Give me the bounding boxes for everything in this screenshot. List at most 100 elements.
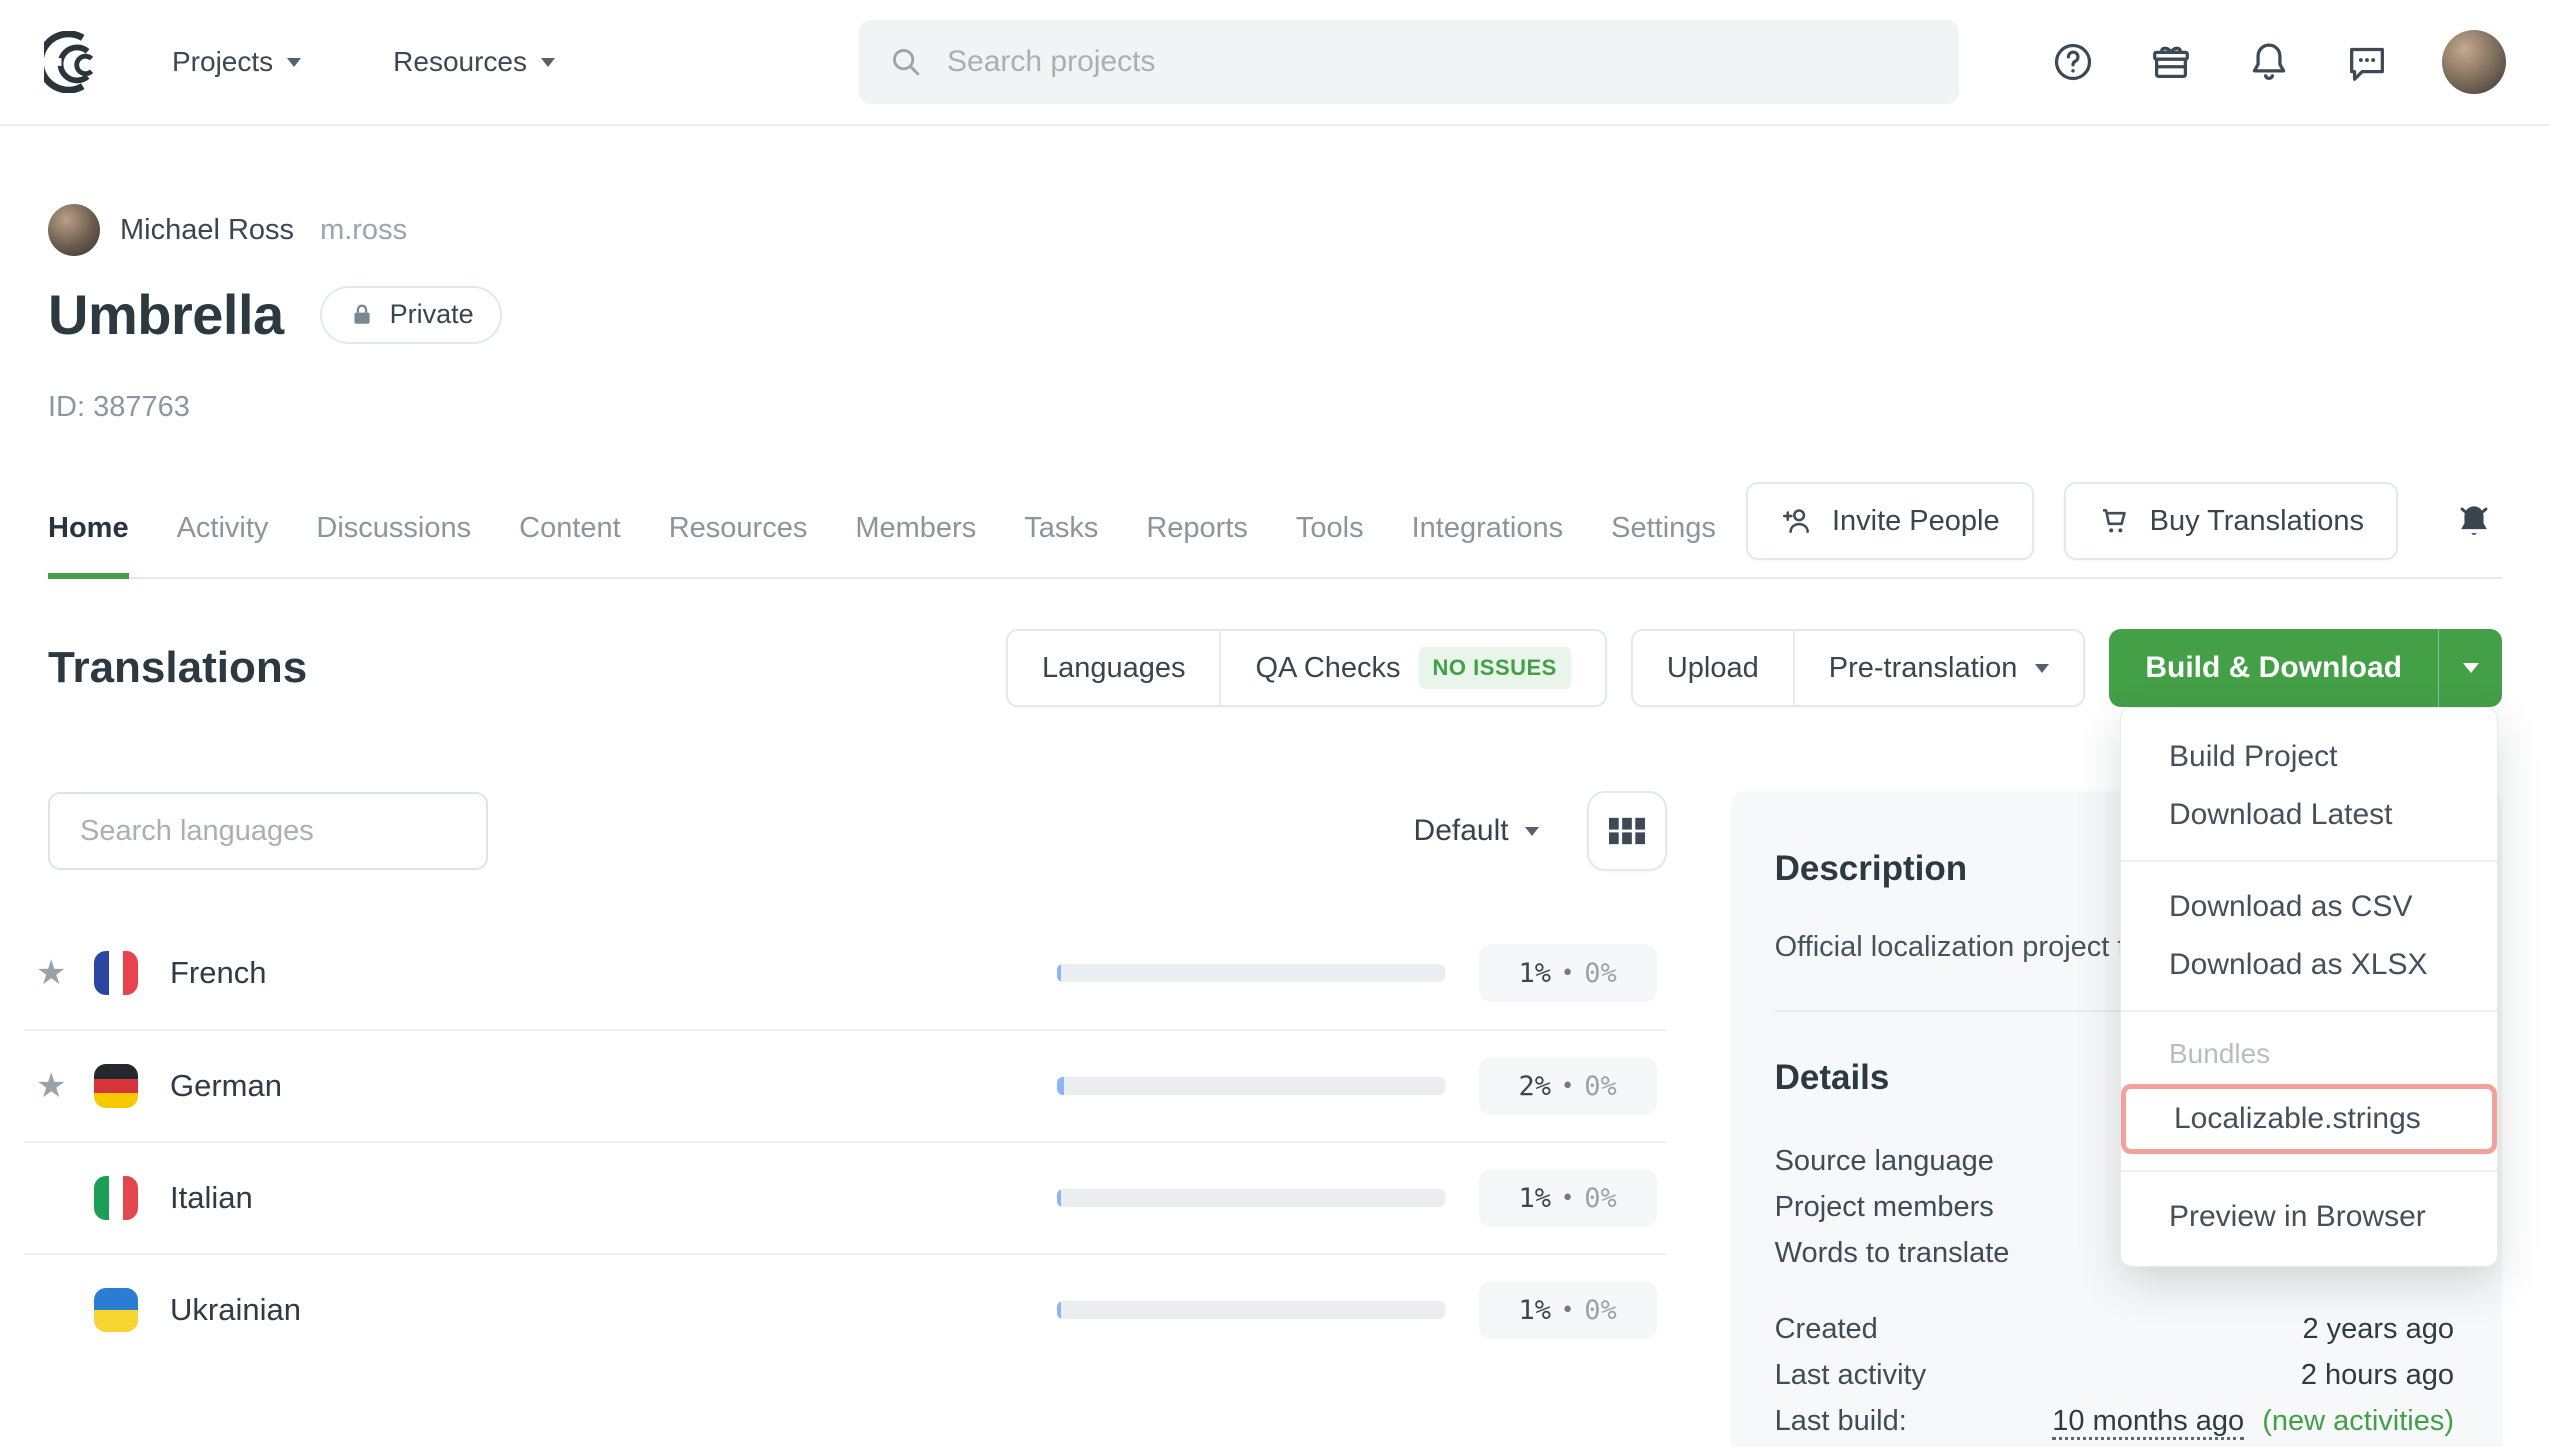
messages-icon[interactable] — [2344, 39, 2390, 85]
divider — [2121, 1170, 2497, 1172]
favorite-star-icon[interactable]: ★ — [36, 953, 66, 993]
tab-tools[interactable]: Tools — [1296, 512, 1364, 579]
dot-separator: • — [1561, 1186, 1574, 1211]
chevron-down-icon — [2463, 663, 2479, 673]
dot-separator: • — [1561, 1298, 1574, 1323]
project-owner: Michael Ross m.ross — [48, 204, 2502, 256]
tab-activity[interactable]: Activity — [177, 512, 269, 579]
dot-separator: • — [1561, 1074, 1574, 1099]
detail-label: Source language — [1775, 1145, 1994, 1178]
menu-item-localizable-strings[interactable]: Localizable.strings — [2126, 1089, 2492, 1149]
language-row-french[interactable]: ★ French 1% • 0% — [24, 917, 1667, 1029]
progress-bar — [1057, 1301, 1445, 1319]
user-avatar[interactable] — [2442, 30, 2506, 94]
detail-label: Created — [1775, 1313, 1878, 1346]
search-languages-input[interactable] — [48, 792, 488, 870]
language-name[interactable]: French — [170, 955, 266, 991]
nav-projects-label: Projects — [172, 46, 273, 78]
language-name[interactable]: Ukrainian — [170, 1292, 301, 1328]
owner-username: m.ross — [320, 214, 407, 247]
language-name[interactable]: Italian — [170, 1180, 253, 1216]
language-row-italian[interactable]: Italian 1% • 0% — [24, 1141, 1667, 1253]
build-download-menu: Build Project Download Latest Download a… — [2120, 707, 2498, 1267]
top-navigation: Projects Resources — [0, 0, 2550, 126]
upload-button[interactable]: Upload — [1633, 631, 1793, 705]
buy-translations-label: Buy Translations — [2150, 505, 2364, 538]
global-search[interactable] — [859, 20, 1959, 104]
italian-flag-icon — [94, 1176, 138, 1220]
language-row-german[interactable]: ★ German 2% • 0% — [24, 1029, 1667, 1141]
german-flag-icon — [94, 1064, 138, 1108]
detail-label: Words to translate — [1775, 1237, 2010, 1270]
detail-row-created: Created 2 years ago — [1775, 1306, 2454, 1352]
tab-home[interactable]: Home — [48, 512, 129, 579]
translated-percent: 1% — [1518, 958, 1551, 989]
progress-stats-badge: 1% • 0% — [1479, 944, 1657, 1002]
detail-label: Project members — [1775, 1191, 1994, 1224]
help-icon[interactable] — [2050, 39, 2096, 85]
bundles-section-label: Bundles — [2121, 1028, 2497, 1080]
owner-avatar[interactable] — [48, 204, 100, 256]
language-list: ★ French 1% • 0% ★ German — [24, 917, 1667, 1365]
menu-item-preview-in-browser[interactable]: Preview in Browser — [2121, 1188, 2497, 1246]
translated-percent: 1% — [1518, 1295, 1551, 1326]
app-logo-icon[interactable] — [44, 31, 106, 93]
progress-bar — [1057, 1189, 1445, 1207]
build-dropdown-toggle[interactable] — [2438, 629, 2502, 707]
tab-resources[interactable]: Resources — [669, 512, 808, 579]
build-and-download-split-button[interactable]: Build & Download — [2109, 629, 2502, 707]
approved-percent: 0% — [1584, 1071, 1617, 1102]
approved-percent: 0% — [1584, 1295, 1617, 1326]
language-row-ukrainian[interactable]: Ukrainian 1% • 0% — [24, 1253, 1667, 1365]
grid-icon — [1609, 817, 1645, 845]
progress-stats-badge: 2% • 0% — [1479, 1057, 1657, 1115]
watch-project-bell-icon[interactable] — [2452, 499, 2496, 543]
chevron-down-icon — [2035, 664, 2049, 673]
search-projects-input[interactable] — [947, 45, 1931, 79]
pretranslation-button[interactable]: Pre-translation — [1793, 631, 2084, 705]
page-title: Umbrella — [48, 282, 284, 347]
view-selector-label: Default — [1414, 814, 1509, 848]
menu-item-download-csv[interactable]: Download as CSV — [2121, 878, 2497, 936]
gift-icon[interactable] — [2148, 39, 2194, 85]
menu-item-download-xlsx[interactable]: Download as XLSX — [2121, 936, 2497, 994]
detail-row-last-build: Last build: 10 months ago (new activitie… — [1775, 1398, 2454, 1444]
invite-people-button[interactable]: Invite People — [1746, 482, 2034, 560]
search-icon — [887, 43, 925, 81]
progress-bar — [1057, 964, 1445, 982]
owner-name[interactable]: Michael Ross — [120, 214, 294, 247]
chevron-down-icon — [541, 58, 555, 67]
detail-label: Last build: — [1775, 1405, 1907, 1438]
tab-tasks[interactable]: Tasks — [1024, 512, 1098, 579]
view-selector-dropdown[interactable]: Default — [1414, 814, 1539, 848]
chevron-down-icon — [1525, 827, 1539, 836]
build-and-download-button[interactable]: Build & Download — [2109, 629, 2438, 707]
last-build-link[interactable]: 10 months ago — [2052, 1405, 2244, 1440]
detail-row-last-activity: Last activity 2 hours ago — [1775, 1352, 2454, 1398]
new-activities-link[interactable]: (new activities) — [2262, 1405, 2454, 1437]
favorite-star-icon[interactable]: ★ — [36, 1066, 66, 1106]
menu-item-build-project[interactable]: Build Project — [2121, 728, 2497, 786]
approved-percent: 0% — [1584, 958, 1617, 989]
buy-translations-button[interactable]: Buy Translations — [2064, 482, 2398, 560]
project-id: ID: 387763 — [48, 391, 2502, 424]
menu-item-download-latest[interactable]: Download Latest — [2121, 786, 2497, 844]
pretranslation-label: Pre-translation — [1829, 652, 2018, 685]
languages-button[interactable]: Languages — [1008, 631, 1220, 705]
nav-resources-menu[interactable]: Resources — [393, 46, 555, 78]
tab-discussions[interactable]: Discussions — [316, 512, 471, 579]
tab-content[interactable]: Content — [519, 512, 621, 579]
qa-checks-button[interactable]: QA Checks NO ISSUES — [1219, 631, 1604, 705]
progress-stats-badge: 1% • 0% — [1479, 1169, 1657, 1227]
language-name[interactable]: German — [170, 1068, 282, 1104]
tab-settings[interactable]: Settings — [1611, 512, 1716, 579]
lock-icon — [348, 301, 376, 329]
tab-reports[interactable]: Reports — [1146, 512, 1248, 579]
tab-members[interactable]: Members — [855, 512, 976, 579]
notifications-bell-icon[interactable] — [2246, 39, 2292, 85]
tab-integrations[interactable]: Integrations — [1412, 512, 1564, 579]
ukrainian-flag-icon — [94, 1288, 138, 1332]
nav-projects-menu[interactable]: Projects — [172, 46, 301, 78]
grid-view-button[interactable] — [1587, 791, 1667, 871]
qa-status-badge: NO ISSUES — [1419, 647, 1571, 689]
